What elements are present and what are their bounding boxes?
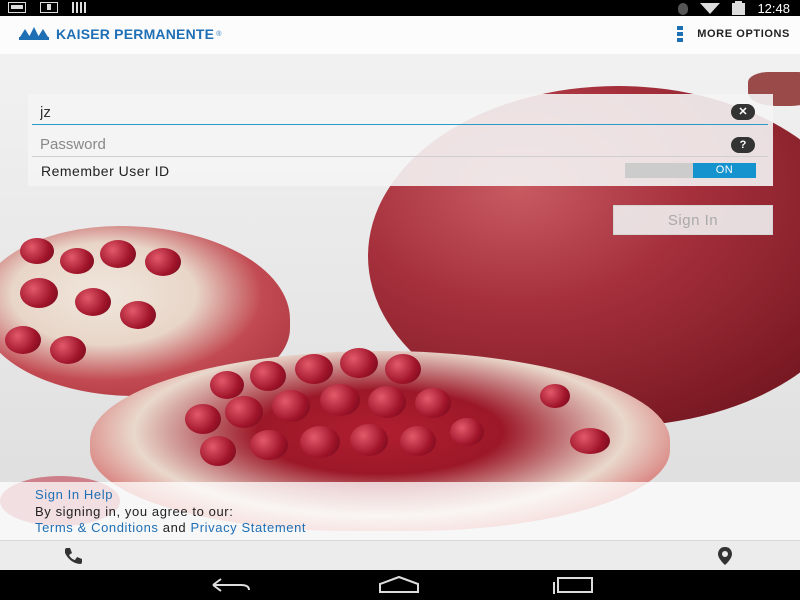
wifi-icon [700, 3, 721, 14]
status-right-icons: 12:48 [678, 0, 790, 16]
system-nav-bar [0, 570, 800, 600]
more-options-label: MORE OPTIONS [697, 28, 790, 40]
seed [60, 248, 94, 274]
seed [295, 354, 333, 384]
phone-icon[interactable] [62, 547, 86, 565]
seed [200, 436, 236, 466]
seed [75, 288, 111, 316]
sign-in-button[interactable]: Sign In [613, 205, 773, 235]
toggle-state: ON [693, 163, 756, 178]
app-header: KAISER PERMANENTE ® MORE OPTIONS [0, 16, 800, 54]
download-icon [40, 2, 58, 13]
remember-user-id-toggle[interactable]: ON [625, 163, 756, 178]
agree-text: By signing in, you agree to our: [35, 504, 234, 519]
status-time: 12:48 [757, 1, 790, 16]
seed [320, 384, 360, 416]
message-icon [8, 2, 26, 13]
seed [185, 404, 221, 434]
battery-icon [732, 0, 746, 15]
seed [340, 348, 378, 378]
terms-line: Terms & Conditions and Privacy Statement [35, 520, 306, 535]
seed [400, 426, 436, 456]
footer-text: Sign In Help By signing in, you agree to… [0, 482, 800, 540]
seed [210, 371, 244, 399]
seed [100, 240, 136, 268]
and-text: and [162, 520, 187, 535]
seed [250, 430, 288, 460]
seed [250, 361, 286, 391]
seed [145, 248, 181, 276]
seed [272, 390, 310, 422]
seed [5, 326, 41, 354]
seed [415, 388, 451, 418]
sign-in-help-link[interactable]: Sign In Help [35, 487, 113, 502]
privacy-link[interactable]: Privacy Statement [190, 520, 306, 535]
more-options-button[interactable]: MORE OPTIONS [677, 24, 790, 44]
back-icon[interactable] [207, 574, 253, 596]
remember-user-id-label: Remember User ID [41, 163, 170, 179]
seed [50, 336, 86, 364]
seed [20, 238, 54, 264]
status-bar: 12:48 [0, 0, 800, 16]
more-options-icon [677, 26, 684, 42]
seed [20, 278, 58, 308]
clear-icon[interactable]: ✕ [731, 104, 755, 120]
help-icon[interactable]: ? [731, 137, 755, 153]
home-icon[interactable] [376, 574, 422, 596]
logo-registered: ® [216, 30, 222, 38]
seed [368, 386, 406, 418]
terms-link[interactable]: Terms & Conditions [35, 520, 159, 535]
seed [350, 424, 388, 456]
bluetooth-icon [678, 2, 689, 15]
seed [570, 428, 610, 454]
user-id-input[interactable] [32, 101, 768, 125]
app-bottom-bar [0, 540, 800, 571]
location-icon[interactable] [716, 546, 734, 566]
seed [225, 396, 263, 428]
seed [450, 418, 484, 446]
seed [385, 354, 421, 384]
seed [120, 301, 156, 329]
status-left-icons [8, 2, 86, 13]
logo-text: KAISER PERMANENTE [56, 26, 215, 42]
seed [300, 426, 340, 458]
seed [540, 384, 570, 408]
login-panel: ✕ ? Remember User ID ON [28, 94, 773, 186]
signal-bars-icon [72, 2, 86, 13]
kaiser-logo: KAISER PERMANENTE ® [18, 26, 222, 42]
password-input[interactable] [32, 133, 768, 157]
kaiser-logo-icon [19, 27, 49, 40]
recent-apps-icon[interactable] [550, 574, 596, 596]
